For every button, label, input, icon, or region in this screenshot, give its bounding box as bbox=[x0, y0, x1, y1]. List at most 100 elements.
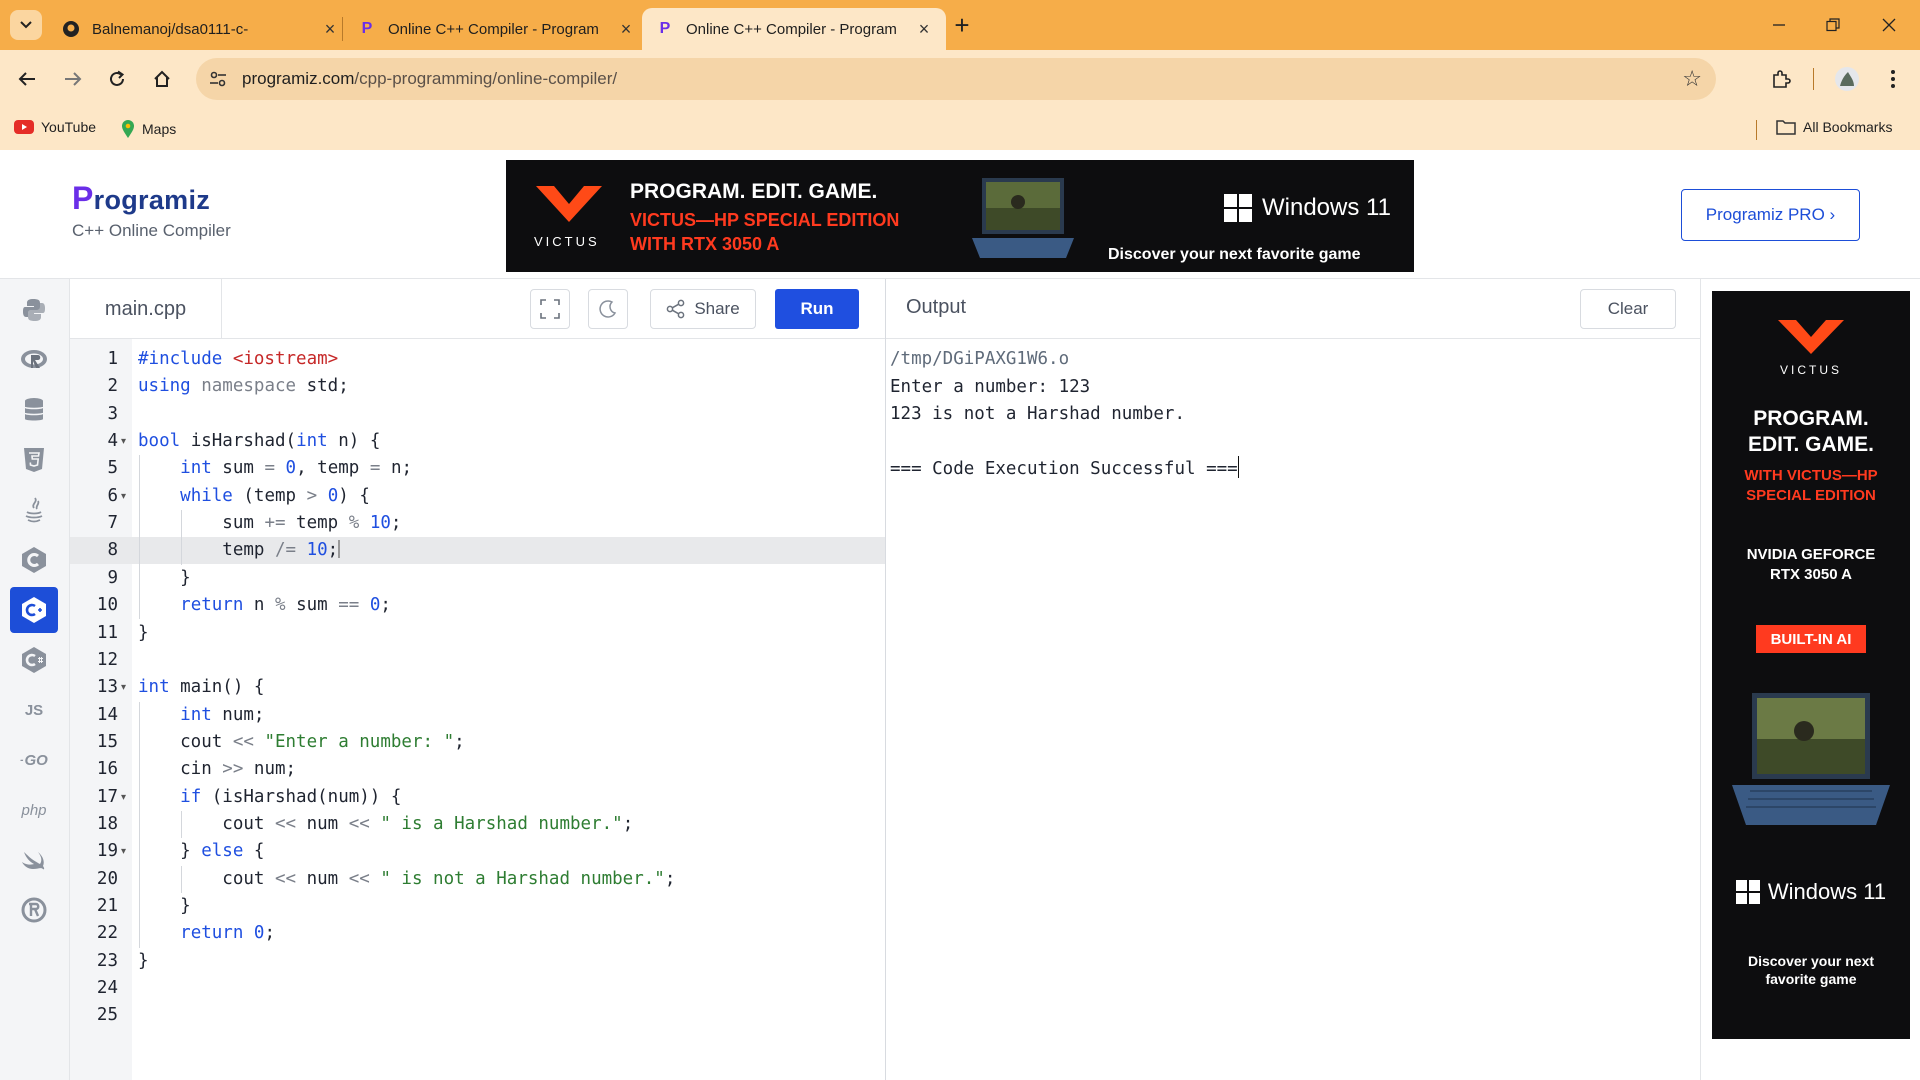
fold-toggle-icon[interactable]: ▾ bbox=[121, 846, 126, 857]
code-editor[interactable]: #include <iostream> using namespace std; b… bbox=[132, 339, 885, 1080]
line-number: 8 bbox=[70, 537, 132, 565]
banner-tagline: Discover your next favorite game bbox=[1108, 246, 1361, 263]
compiler-subtitle: C++ Online Compiler bbox=[72, 221, 231, 240]
pane-divider[interactable] bbox=[885, 279, 886, 1080]
r-icon[interactable] bbox=[10, 337, 58, 383]
url-text: programiz.com/cpp-programming/online-com… bbox=[242, 69, 617, 89]
close-tab-icon[interactable]: × bbox=[618, 19, 634, 40]
extensions-button[interactable] bbox=[1764, 62, 1798, 96]
reload-button[interactable] bbox=[100, 62, 134, 96]
share-button[interactable]: Share bbox=[650, 289, 756, 329]
fold-toggle-icon[interactable]: ▾ bbox=[121, 491, 126, 502]
code-line[interactable]: int sum = 0, temp = n; bbox=[132, 455, 885, 482]
close-tab-icon[interactable]: × bbox=[322, 19, 338, 40]
code-line[interactable]: cout << num << " is not a Harshad number… bbox=[132, 866, 885, 893]
c-icon[interactable] bbox=[10, 537, 58, 583]
back-button[interactable] bbox=[10, 62, 44, 96]
windows-11-brand: Windows 11 bbox=[1224, 194, 1391, 222]
code-line[interactable]: cout << num << " is a Harshad number."; bbox=[132, 811, 885, 838]
run-button[interactable]: Run bbox=[775, 289, 859, 329]
side-ad-line4: SPECIAL EDITION bbox=[1746, 487, 1876, 504]
bookmark-maps[interactable]: Maps bbox=[121, 119, 176, 139]
code-line[interactable]: int main() { bbox=[132, 674, 885, 701]
close-tab-icon[interactable]: × bbox=[916, 19, 932, 40]
programiz-pro-button[interactable]: Programiz PRO › bbox=[1681, 189, 1860, 241]
close-window-button[interactable] bbox=[1866, 10, 1912, 40]
windows-logo-icon bbox=[1224, 194, 1252, 222]
code-line[interactable]: } bbox=[132, 948, 885, 975]
code-line[interactable]: cout << "Enter a number: "; bbox=[132, 729, 885, 756]
forward-button[interactable] bbox=[56, 62, 90, 96]
code-line[interactable]: int num; bbox=[132, 702, 885, 729]
fold-toggle-icon[interactable]: ▾ bbox=[121, 682, 126, 693]
code-line[interactable]: } bbox=[132, 893, 885, 920]
programiz-brand[interactable]: Programiz C++ Online Compiler bbox=[72, 180, 231, 241]
code-line[interactable]: while (temp > 0) { bbox=[132, 483, 885, 510]
home-button[interactable] bbox=[145, 62, 179, 96]
code-line[interactable] bbox=[132, 401, 885, 428]
minimize-button[interactable] bbox=[1756, 10, 1802, 40]
csharp-icon[interactable] bbox=[10, 637, 58, 683]
python-icon[interactable] bbox=[10, 287, 58, 333]
programiz-icon: P bbox=[659, 20, 671, 37]
go-icon[interactable]: - GO bbox=[10, 737, 58, 783]
indent-guide bbox=[180, 510, 182, 565]
code-line[interactable]: return 0; bbox=[132, 920, 885, 947]
browser-tab-github[interactable]: Balnemanoj/dsa0111-c- × bbox=[48, 8, 352, 50]
folder-icon bbox=[1776, 120, 1796, 135]
code-line[interactable]: } bbox=[132, 565, 885, 592]
bookmark-star-icon[interactable]: ☆ bbox=[1682, 66, 1702, 92]
chevron-down-icon bbox=[20, 21, 32, 29]
code-line[interactable]: } else { bbox=[132, 838, 885, 865]
browser-tab-programiz-1[interactable]: P Online C++ Compiler - Program × bbox=[344, 8, 648, 50]
bookmarks-bar: YouTube Maps All Bookmarks bbox=[0, 108, 1920, 150]
site-settings-icon[interactable] bbox=[208, 69, 228, 94]
code-line[interactable]: using namespace std; bbox=[132, 373, 885, 400]
browser-tab-programiz-active[interactable]: P Online C++ Compiler - Program × bbox=[642, 8, 946, 50]
all-bookmarks-button[interactable]: All Bookmarks bbox=[1776, 119, 1892, 135]
code-line[interactable]: return n % sum == 0; bbox=[132, 592, 885, 619]
php-icon[interactable]: php bbox=[10, 787, 58, 833]
sql-icon[interactable] bbox=[10, 387, 58, 433]
address-bar[interactable]: programiz.com/cpp-programming/online-com… bbox=[196, 58, 1716, 100]
top-ad-banner[interactable]: VICTUS PROGRAM. EDIT. GAME. VICTUS—HP SP… bbox=[506, 160, 1414, 272]
html-icon[interactable] bbox=[10, 437, 58, 483]
side-ad-line2: EDIT. GAME. bbox=[1747, 433, 1874, 456]
code-line[interactable] bbox=[132, 1002, 885, 1029]
code-line[interactable]: } bbox=[132, 620, 885, 647]
code-line[interactable]: sum += temp % 10; bbox=[132, 510, 885, 537]
output-console[interactable]: /tmp/DGiPAXG1W6.o Enter a number: 123 123 … bbox=[890, 339, 1696, 1080]
js-icon[interactable]: JS bbox=[10, 687, 58, 733]
bookmark-youtube[interactable]: YouTube bbox=[14, 119, 96, 135]
swift-icon[interactable] bbox=[10, 837, 58, 883]
fullscreen-button[interactable] bbox=[530, 289, 570, 329]
close-icon bbox=[1882, 18, 1896, 32]
banner-subline: VICTUS—HP SPECIAL EDITION bbox=[630, 210, 900, 230]
code-line[interactable]: temp /= 10; bbox=[132, 537, 885, 565]
file-tab-main-cpp[interactable]: main.cpp bbox=[70, 279, 222, 339]
code-line[interactable]: bool isHarshad(int n) { bbox=[132, 428, 885, 455]
rust-icon[interactable] bbox=[10, 887, 58, 933]
browser-menu-button[interactable] bbox=[1876, 62, 1910, 96]
line-number: 16 bbox=[96, 759, 118, 780]
java-icon[interactable] bbox=[10, 487, 58, 533]
profile-button[interactable] bbox=[1830, 62, 1864, 96]
clear-button[interactable]: Clear bbox=[1580, 289, 1676, 329]
tab-search-button[interactable] bbox=[10, 10, 42, 40]
line-number: 22 bbox=[96, 923, 118, 944]
cpp-icon[interactable] bbox=[10, 587, 58, 633]
code-line[interactable]: #include <iostream> bbox=[132, 346, 885, 373]
new-tab-button[interactable]: + bbox=[948, 12, 976, 38]
line-number: 24 bbox=[96, 978, 118, 999]
code-line[interactable]: cin >> num; bbox=[132, 756, 885, 783]
fold-toggle-icon[interactable]: ▾ bbox=[121, 436, 126, 447]
restore-button[interactable] bbox=[1810, 10, 1856, 40]
code-line[interactable] bbox=[132, 647, 885, 674]
fold-toggle-icon[interactable]: ▾ bbox=[121, 792, 126, 803]
code-line[interactable]: if (isHarshad(num)) { bbox=[132, 784, 885, 811]
code-line[interactable] bbox=[132, 975, 885, 1002]
side-ad-tagline1: Discover your next bbox=[1747, 953, 1875, 969]
banner-headline: PROGRAM. EDIT. GAME. bbox=[630, 180, 878, 203]
side-ad-banner[interactable]: VICTUS PROGRAM. EDIT. GAME. WITH VICTUS—… bbox=[1712, 291, 1910, 1039]
theme-toggle-button[interactable] bbox=[588, 289, 628, 329]
